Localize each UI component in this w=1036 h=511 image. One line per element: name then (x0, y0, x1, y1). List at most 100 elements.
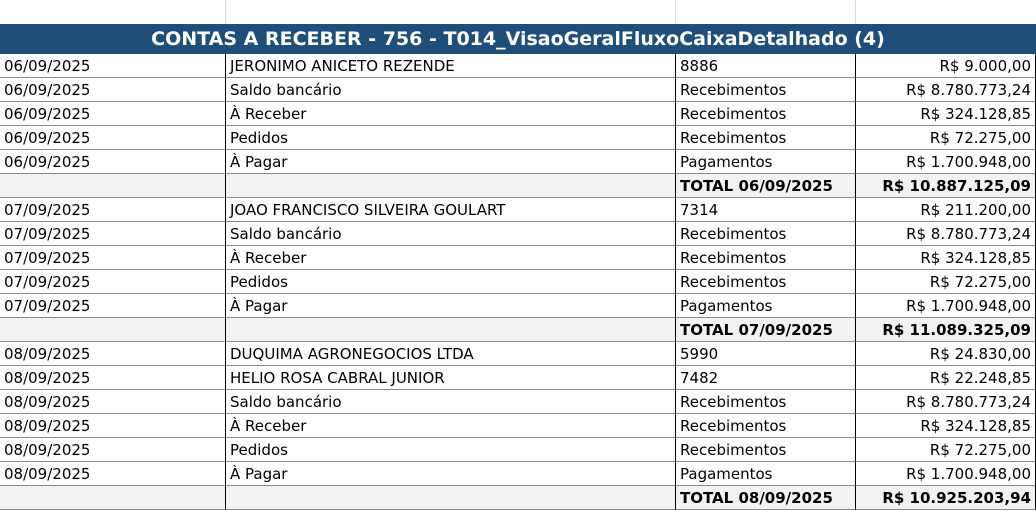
value-cell[interactable]: R$ 8.780.773,24 (856, 222, 1036, 246)
category-cell[interactable]: 8886 (676, 54, 856, 78)
category-cell[interactable]: 7314 (676, 198, 856, 222)
value-cell[interactable]: R$ 324.128,85 (856, 246, 1036, 270)
table-row: 08/09/2025 À Pagar Pagamentos R$ 1.700.948,… (0, 462, 1036, 486)
category-cell[interactable]: Recebimentos (676, 438, 856, 462)
date-cell[interactable]: 07/09/2025 (0, 198, 226, 222)
description-cell[interactable]: Saldo bancário (226, 390, 676, 414)
description-cell[interactable] (226, 318, 676, 342)
table-row: 06/09/2025 JERONIMO ANICETO REZENDE 8886 R$… (0, 54, 1036, 78)
date-cell[interactable]: 08/09/2025 (0, 390, 226, 414)
value-cell[interactable]: R$ 324.128,85 (856, 414, 1036, 438)
empty-cell[interactable] (0, 0, 226, 24)
empty-cell[interactable] (676, 0, 856, 24)
date-cell[interactable] (0, 174, 226, 198)
date-cell[interactable]: 06/09/2025 (0, 126, 226, 150)
total-row: TOTAL 08/09/2025 R$ 10.925.203,94 (0, 486, 1036, 510)
total-row: TOTAL 07/09/2025 R$ 11.089.325,09 (0, 318, 1036, 342)
category-cell[interactable]: Recebimentos (676, 414, 856, 438)
table-row: 08/09/2025 À Receber Recebimentos R$ 324.12… (0, 414, 1036, 438)
table-row: 07/09/2025 JOAO FRANCISCO SILVEIRA GOULAR… (0, 198, 1036, 222)
table-row: 07/09/2025 Saldo bancário Recebimentos R$ 8… (0, 222, 1036, 246)
category-cell[interactable]: Pagamentos (676, 150, 856, 174)
value-cell[interactable]: R$ 11.089.325,09 (856, 318, 1036, 342)
date-cell[interactable]: 08/09/2025 (0, 462, 226, 486)
date-cell[interactable]: 08/09/2025 (0, 342, 226, 366)
description-cell[interactable] (226, 174, 676, 198)
category-cell[interactable]: Recebimentos (676, 270, 856, 294)
description-cell[interactable]: Saldo bancário (226, 78, 676, 102)
value-cell[interactable]: R$ 72.275,00 (856, 126, 1036, 150)
value-cell[interactable]: R$ 324.128,85 (856, 102, 1036, 126)
description-cell[interactable]: JERONIMO ANICETO REZENDE (226, 54, 676, 78)
date-cell[interactable]: 06/09/2025 (0, 54, 226, 78)
date-cell[interactable]: 06/09/2025 (0, 102, 226, 126)
category-cell[interactable]: Recebimentos (676, 246, 856, 270)
category-cell[interactable]: Recebimentos (676, 78, 856, 102)
description-cell[interactable] (226, 486, 676, 510)
description-cell[interactable]: À Pagar (226, 294, 676, 318)
category-cell[interactable]: Pagamentos (676, 294, 856, 318)
description-cell[interactable]: À Pagar (226, 462, 676, 486)
date-cell[interactable]: 06/09/2025 (0, 150, 226, 174)
empty-cell[interactable] (856, 0, 1036, 24)
category-cell[interactable]: Pagamentos (676, 462, 856, 486)
description-cell[interactable]: Pedidos (226, 438, 676, 462)
table-row: 08/09/2025 Pedidos Recebimentos R$ 72.275,0… (0, 438, 1036, 462)
category-cell[interactable]: Recebimentos (676, 222, 856, 246)
empty-cell[interactable] (226, 0, 676, 24)
date-cell[interactable]: 06/09/2025 (0, 78, 226, 102)
category-cell[interactable]: Recebimentos (676, 126, 856, 150)
description-cell[interactable]: À Receber (226, 246, 676, 270)
value-cell[interactable]: R$ 1.700.948,00 (856, 150, 1036, 174)
category-cell[interactable]: TOTAL 08/09/2025 (676, 486, 856, 510)
category-cell[interactable]: Recebimentos (676, 390, 856, 414)
sheet-title[interactable]: CONTAS A RECEBER - 756 - T014_VisaoGeral… (0, 24, 1036, 54)
value-cell[interactable]: R$ 10.887.125,09 (856, 174, 1036, 198)
description-cell[interactable]: HELIO ROSA CABRAL JUNIOR (226, 366, 676, 390)
total-row: TOTAL 06/09/2025 R$ 10.887.125,09 (0, 174, 1036, 198)
date-cell[interactable] (0, 486, 226, 510)
description-cell[interactable]: DUQUIMA AGRONEGOCIOS LTDA (226, 342, 676, 366)
description-cell[interactable]: Pedidos (226, 270, 676, 294)
category-cell[interactable]: 7482 (676, 366, 856, 390)
value-cell[interactable]: R$ 72.275,00 (856, 438, 1036, 462)
value-cell[interactable]: R$ 8.780.773,24 (856, 78, 1036, 102)
category-cell[interactable]: Recebimentos (676, 102, 856, 126)
table-row: 07/09/2025 Pedidos Recebimentos R$ 72.275,0… (0, 270, 1036, 294)
date-cell[interactable]: 08/09/2025 (0, 438, 226, 462)
value-cell[interactable]: R$ 72.275,00 (856, 270, 1036, 294)
description-cell[interactable]: À Receber (226, 102, 676, 126)
spreadsheet: CONTAS A RECEBER - 756 - T014_VisaoGeral… (0, 0, 1036, 511)
description-cell[interactable]: Pedidos (226, 126, 676, 150)
table-row: 06/09/2025 Saldo bancário Recebimentos R$ 8… (0, 78, 1036, 102)
value-cell[interactable]: R$ 10.925.203,94 (856, 486, 1036, 510)
description-cell[interactable]: Saldo bancário (226, 222, 676, 246)
category-cell[interactable]: TOTAL 07/09/2025 (676, 318, 856, 342)
table-row: 08/09/2025 DUQUIMA AGRONEGOCIOS LTDA 5990 R… (0, 342, 1036, 366)
date-cell[interactable]: 07/09/2025 (0, 294, 226, 318)
table-row: 06/09/2025 À Pagar Pagamentos R$ 1.700.948,… (0, 150, 1036, 174)
description-cell[interactable]: JOAO FRANCISCO SILVEIRA GOULART (226, 198, 676, 222)
date-cell[interactable]: 08/09/2025 (0, 366, 226, 390)
date-cell[interactable]: 07/09/2025 (0, 246, 226, 270)
category-cell[interactable]: 5990 (676, 342, 856, 366)
table-row: 07/09/2025 À Receber Recebimentos R$ 324.12… (0, 246, 1036, 270)
table-row: 06/09/2025 Pedidos Recebimentos R$ 72.275,0… (0, 126, 1036, 150)
value-cell[interactable]: R$ 24.830,00 (856, 342, 1036, 366)
description-cell[interactable]: À Receber (226, 414, 676, 438)
value-cell[interactable]: R$ 9.000,00 (856, 54, 1036, 78)
value-cell[interactable]: R$ 1.700.948,00 (856, 294, 1036, 318)
value-cell[interactable]: R$ 8.780.773,24 (856, 390, 1036, 414)
date-cell[interactable]: 07/09/2025 (0, 270, 226, 294)
table-row: 07/09/2025 À Pagar Pagamentos R$ 1.700.948,… (0, 294, 1036, 318)
category-cell[interactable]: TOTAL 06/09/2025 (676, 174, 856, 198)
value-cell[interactable]: R$ 211.200,00 (856, 198, 1036, 222)
value-cell[interactable]: R$ 1.700.948,00 (856, 462, 1036, 486)
date-cell[interactable] (0, 318, 226, 342)
table-row: 08/09/2025 HELIO ROSA CABRAL JUNIOR 7482 R$… (0, 366, 1036, 390)
description-cell[interactable]: À Pagar (226, 150, 676, 174)
value-cell[interactable]: R$ 22.248,85 (856, 366, 1036, 390)
table-row: 06/09/2025 À Receber Recebimentos R$ 324.12… (0, 102, 1036, 126)
date-cell[interactable]: 07/09/2025 (0, 222, 226, 246)
date-cell[interactable]: 08/09/2025 (0, 414, 226, 438)
